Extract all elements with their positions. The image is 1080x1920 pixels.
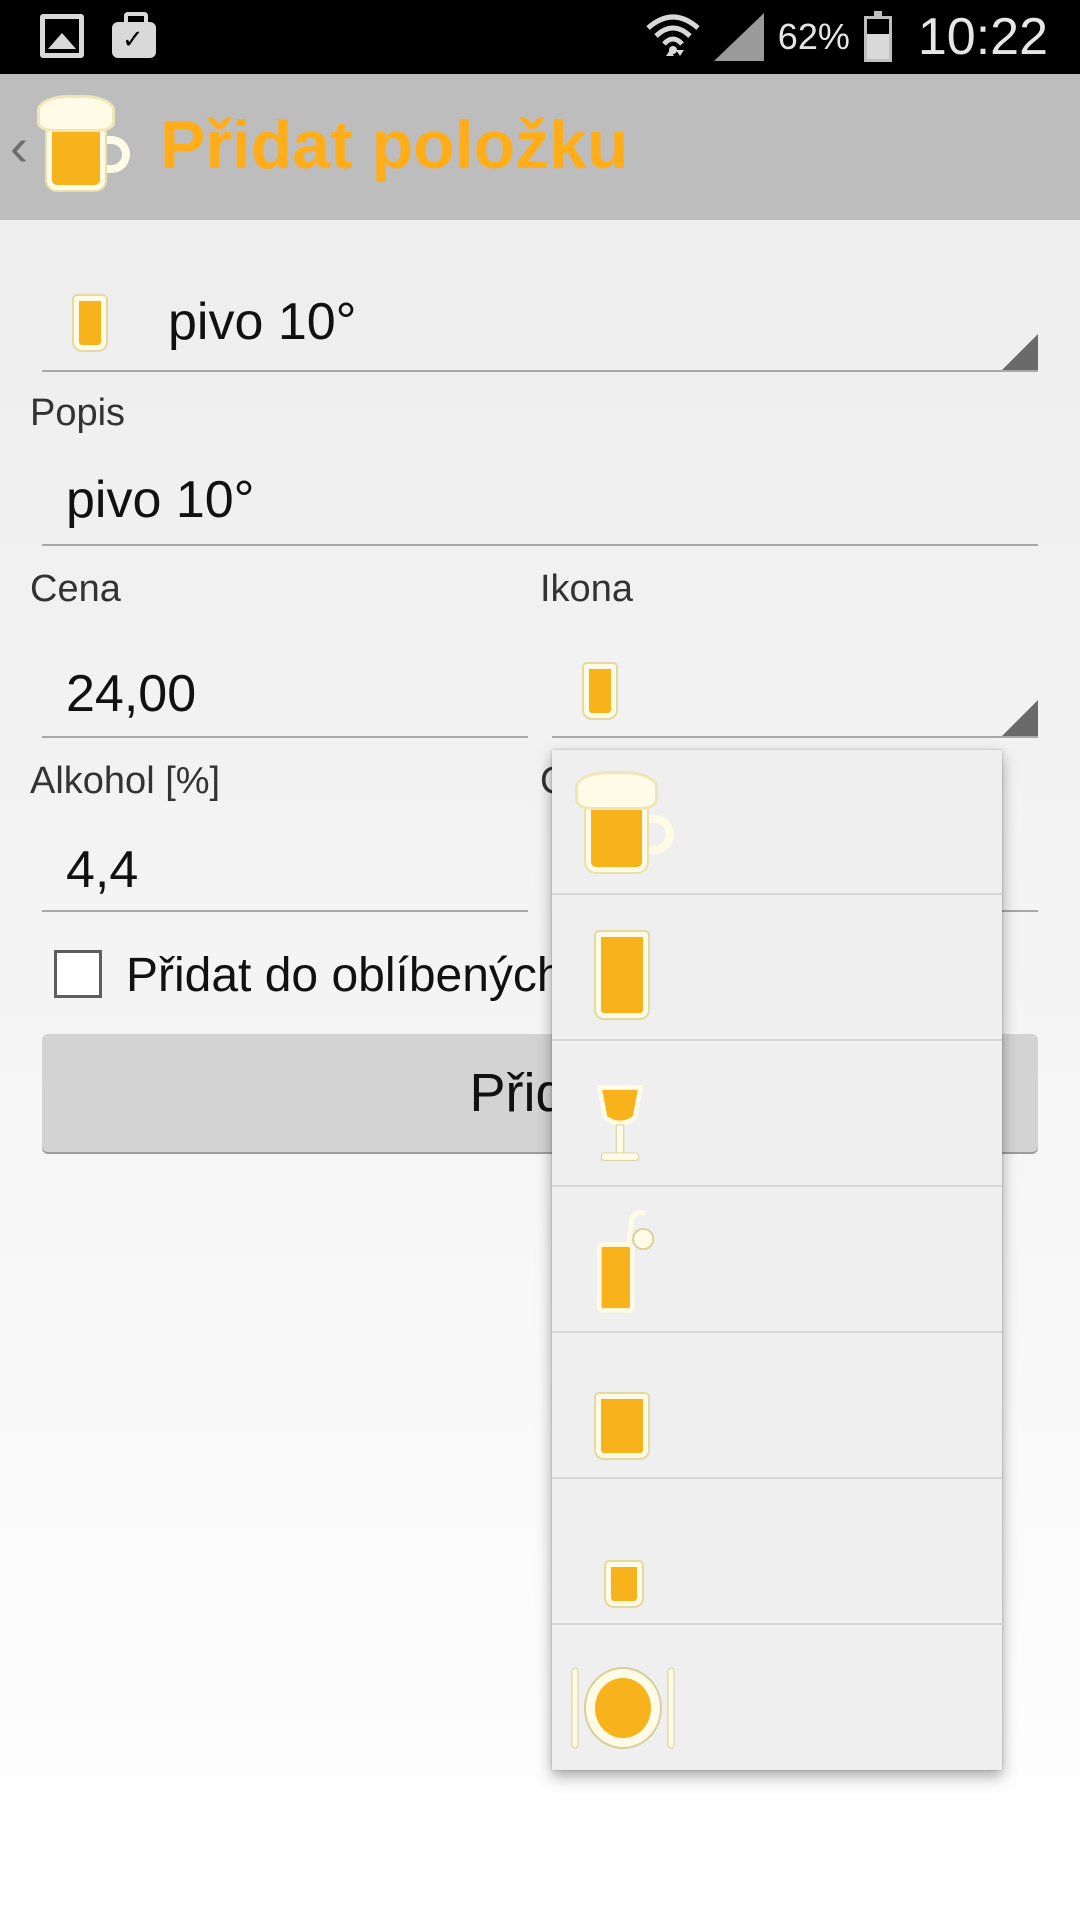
back-chevron-icon[interactable]: ‹	[10, 116, 28, 178]
cocktail-glass-icon	[597, 1209, 655, 1313]
tall-glass-icon	[74, 296, 106, 350]
favorite-checkbox[interactable]	[54, 950, 102, 998]
alcohol-label: Alkohol [%]	[30, 760, 221, 802]
dropdown-option-tall-glass[interactable]	[552, 896, 1002, 1041]
favorite-label[interactable]: Přidat do oblíbených	[126, 948, 564, 1003]
signal-icon	[713, 13, 764, 61]
price-field[interactable]: 24,00	[66, 664, 196, 724]
spinner-arrow-icon	[1002, 334, 1038, 370]
tall-glass-icon	[596, 932, 648, 1018]
short-glass-icon	[596, 1394, 648, 1458]
dropdown-option-short-glass[interactable]	[552, 1334, 1002, 1479]
wine-glass-icon	[596, 1085, 644, 1161]
action-bar: ‹ Přidat položku	[0, 74, 1080, 220]
spinner-arrow-icon	[1002, 700, 1038, 736]
alcohol-field[interactable]: 4,4	[66, 840, 138, 900]
wifi-icon	[646, 14, 700, 56]
clock: 10:22	[917, 8, 1048, 66]
description-label: Popis	[30, 392, 126, 434]
dropdown-option-plate[interactable]	[552, 1626, 1002, 1770]
dropdown-option-beer-mug[interactable]	[552, 750, 1002, 895]
plate-cutlery-icon	[571, 1667, 675, 1749]
dropdown-option-cocktail-glass[interactable]	[552, 1188, 1002, 1333]
beer-mug-icon	[578, 774, 674, 876]
battery-icon	[863, 11, 892, 62]
tall-glass-icon	[584, 664, 616, 718]
shot-glass-icon	[606, 1562, 642, 1606]
dropdown-option-wine-glass[interactable]	[552, 1042, 1002, 1187]
status-bar: 62% 10:22	[0, 0, 1080, 74]
item-spinner-value: pivo 10°	[168, 293, 357, 351]
description-field[interactable]: pivo 10°	[66, 470, 254, 530]
beer-mug-icon[interactable]	[40, 98, 130, 194]
battery-percent: 62%	[777, 16, 850, 57]
page-title: Přidat položku	[160, 107, 629, 183]
icon-label: Ikona	[540, 568, 633, 610]
price-label: Cena	[30, 568, 121, 610]
icon-dropdown	[552, 750, 1002, 1770]
dropdown-option-shot-glass[interactable]	[552, 1480, 1002, 1625]
briefcase-check-icon	[112, 12, 156, 58]
image-icon	[40, 14, 84, 58]
